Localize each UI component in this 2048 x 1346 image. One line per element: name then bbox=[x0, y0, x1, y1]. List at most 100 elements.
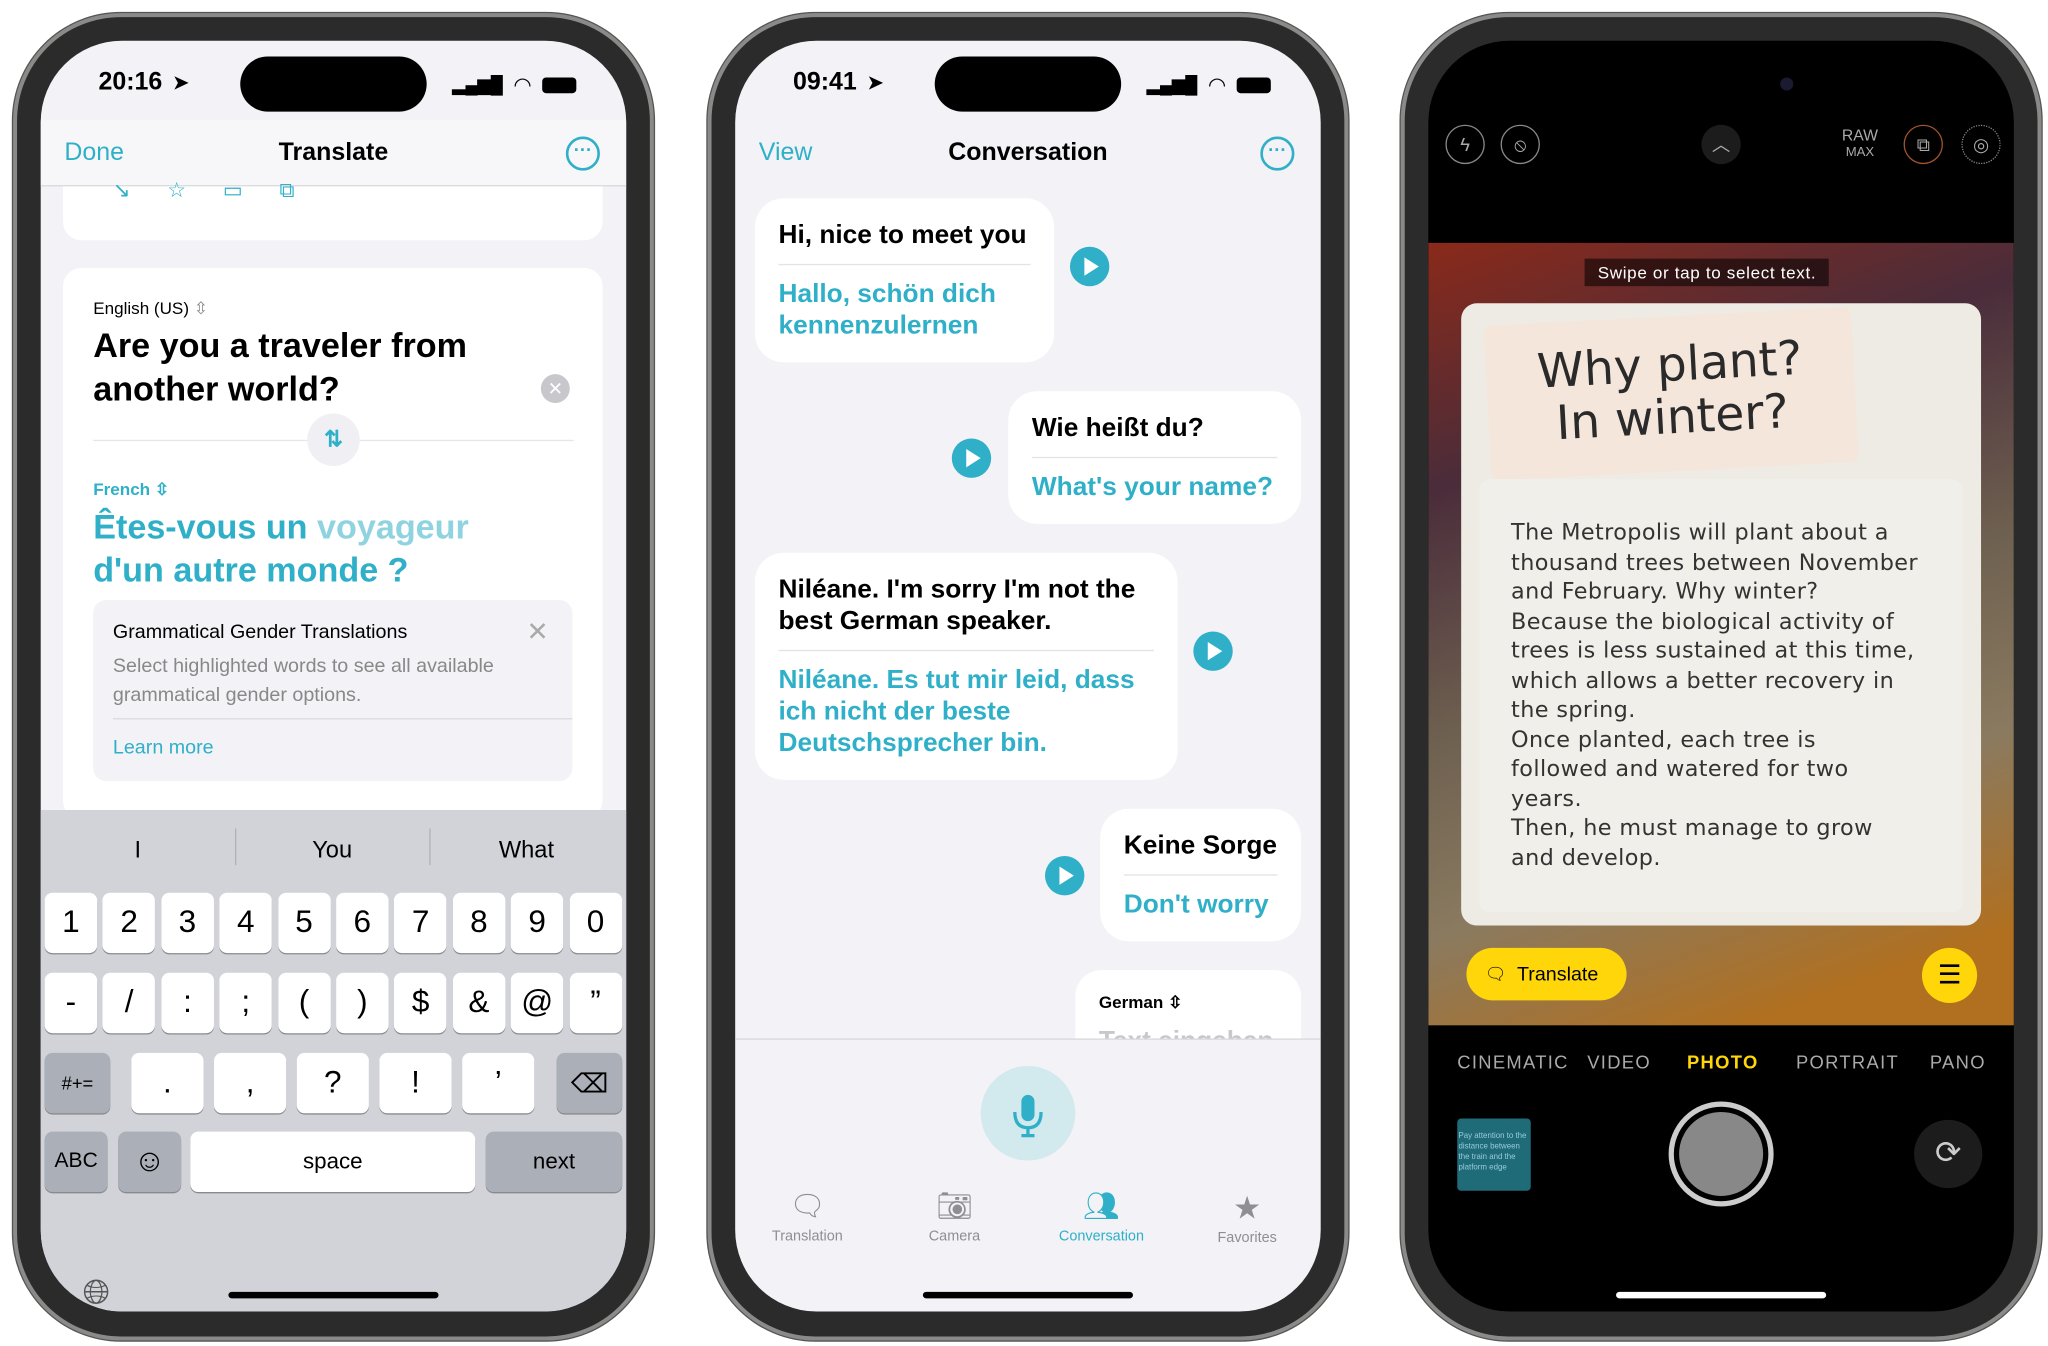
translate-icon: 🗨︎ bbox=[789, 1189, 826, 1223]
message-bubble[interactable]: Hi, nice to meet you Hallo, schön dich ke… bbox=[754, 198, 1055, 363]
learn-more-link[interactable]: Learn more bbox=[113, 736, 214, 758]
key[interactable]: & bbox=[452, 972, 506, 1034]
key[interactable]: , bbox=[213, 1052, 287, 1114]
sign-text-line[interactable]: Then, he must manage to grow bbox=[1511, 814, 1931, 844]
message-bubble[interactable]: Wie heißt du? What's your name? bbox=[1008, 391, 1302, 524]
key[interactable]: : bbox=[161, 972, 214, 1034]
gender-info-card: Grammatical Gender Translations ✕ Select… bbox=[93, 599, 573, 782]
microphone-button[interactable] bbox=[980, 1066, 1076, 1161]
key[interactable]: / bbox=[102, 972, 156, 1034]
key[interactable]: ? bbox=[296, 1052, 369, 1114]
tab-conversation[interactable]: 👥︎ Conversation bbox=[1036, 1189, 1167, 1244]
sign-text-line[interactable]: The Metropolis will plant about a bbox=[1511, 519, 1931, 549]
home-indicator bbox=[228, 1291, 439, 1299]
camera-viewfinder[interactable]: Swipe or tap to select text. Why plant? I… bbox=[1428, 242, 2014, 1026]
close-icon[interactable]: ✕ bbox=[526, 616, 548, 649]
swap-languages-button[interactable]: ⇅ bbox=[307, 413, 360, 467]
key[interactable]: 4 bbox=[219, 892, 272, 954]
key[interactable]: ( bbox=[277, 972, 331, 1034]
sign-text-line[interactable]: the spring. bbox=[1511, 696, 1931, 726]
key[interactable]: ) bbox=[336, 972, 389, 1034]
home-indicator bbox=[922, 1291, 1133, 1299]
play-icon[interactable] bbox=[1193, 631, 1233, 671]
target-language-picker[interactable]: French ⇳ bbox=[93, 479, 169, 500]
translate-button[interactable]: 🗨︎ Translate bbox=[1466, 947, 1627, 1001]
key[interactable]: ” bbox=[569, 972, 622, 1034]
sign-text-line[interactable]: years. bbox=[1511, 784, 1931, 814]
key[interactable]: ; bbox=[219, 972, 272, 1034]
key[interactable]: . bbox=[131, 1052, 204, 1114]
sign-text-line[interactable]: thousand trees between November bbox=[1511, 548, 1931, 578]
gendered-word[interactable]: voyageur bbox=[317, 507, 469, 546]
key[interactable]: 5 bbox=[277, 892, 331, 954]
mode-portrait[interactable]: PORTRAIT bbox=[1796, 1052, 1899, 1073]
flash-off-icon[interactable]: ϟ bbox=[1445, 124, 1485, 165]
space-key[interactable]: space bbox=[190, 1131, 476, 1193]
mode-cinematic[interactable]: CINEMATIC bbox=[1457, 1052, 1569, 1073]
divider bbox=[112, 718, 573, 720]
key[interactable]: ! bbox=[379, 1052, 452, 1114]
action-icons[interactable]: ↘☆▭⧉ bbox=[113, 177, 331, 203]
source-language-picker[interactable]: English (US) ⇳ bbox=[93, 298, 208, 319]
mode-pano[interactable]: PANO bbox=[1930, 1052, 1986, 1073]
tab-camera[interactable]: 📷︎ Camera bbox=[889, 1189, 1020, 1244]
styles-icon[interactable]: ⧉ bbox=[1903, 124, 1943, 165]
input-card[interactable]: German ⇳ Text eingeben bbox=[1075, 970, 1302, 1039]
photo-thumbnail[interactable]: Pay attention to the distance between th… bbox=[1457, 1118, 1531, 1191]
message-original: Wie heißt du? bbox=[1031, 412, 1278, 459]
key[interactable]: 3 bbox=[161, 892, 214, 954]
more-button[interactable]: ··· bbox=[565, 136, 600, 171]
clear-icon[interactable]: ✕ bbox=[540, 374, 570, 404]
suggestion[interactable]: What bbox=[429, 836, 623, 864]
suggestion[interactable]: I bbox=[41, 836, 235, 864]
source-text-input[interactable]: Are you a traveler from another world? bbox=[93, 324, 513, 411]
camera-icon: 📷︎ bbox=[936, 1189, 973, 1223]
key[interactable]: 2 bbox=[102, 892, 156, 954]
backspace-key[interactable]: ⌫ bbox=[556, 1052, 623, 1114]
sign-text-line[interactable]: and develop. bbox=[1511, 843, 1931, 873]
key[interactable]: 7 bbox=[394, 892, 447, 954]
more-button[interactable]: ··· bbox=[1260, 136, 1295, 171]
live-icon[interactable]: ◎ bbox=[1961, 124, 2001, 165]
key[interactable]: 9 bbox=[510, 892, 564, 954]
globe-icon[interactable]: 🌐︎ bbox=[83, 1272, 110, 1311]
next-key[interactable]: next bbox=[485, 1131, 623, 1193]
sign-text-line[interactable]: which allows a better recovery in bbox=[1511, 666, 1931, 696]
sign-text-line[interactable]: and February. Why winter? bbox=[1511, 578, 1931, 608]
mode-photo[interactable]: PHOTO bbox=[1687, 1052, 1759, 1073]
switch-camera-icon[interactable]: ⟳ bbox=[1914, 1119, 1983, 1189]
key[interactable]: 8 bbox=[452, 892, 506, 954]
sign-text-line[interactable]: Because the biological activity of bbox=[1511, 607, 1931, 637]
wifi-icon: ◠ bbox=[513, 74, 532, 98]
suggestion[interactable]: You bbox=[235, 836, 429, 864]
tab-favorites[interactable]: ★ Favorites bbox=[1182, 1189, 1313, 1246]
key[interactable]: 6 bbox=[336, 892, 389, 954]
play-icon[interactable] bbox=[951, 438, 992, 478]
play-icon[interactable] bbox=[1045, 855, 1085, 896]
message-original: Keine Sorge bbox=[1123, 830, 1278, 876]
play-icon[interactable] bbox=[1069, 246, 1110, 287]
symbols-key[interactable]: #+= bbox=[44, 1052, 111, 1114]
sign-text-line[interactable]: Once planted, each tree is bbox=[1511, 725, 1931, 755]
key[interactable]: @ bbox=[510, 972, 564, 1034]
message-bubble[interactable]: Keine Sorge Don't worry bbox=[1100, 808, 1302, 942]
input-language[interactable]: German ⇳ bbox=[1099, 992, 1183, 1013]
abc-key[interactable]: ABC bbox=[44, 1131, 108, 1193]
emoji-key[interactable]: ☺ bbox=[118, 1131, 182, 1193]
message-bubble[interactable]: Niléane. I'm sorry I'm not the best Germ… bbox=[754, 552, 1178, 780]
key[interactable]: - bbox=[44, 972, 98, 1034]
key[interactable]: $ bbox=[394, 972, 447, 1034]
shutter-button[interactable] bbox=[1668, 1101, 1774, 1207]
mode-video[interactable]: VIDEO bbox=[1587, 1052, 1651, 1073]
raw-max-button[interactable]: RAW MAX bbox=[1842, 127, 1878, 161]
tab-translation[interactable]: 🗨︎ Translation bbox=[742, 1189, 873, 1244]
status-icons: ▂▄▆█ ◠ bbox=[1147, 72, 1271, 98]
sign-text-line[interactable]: followed and watered for two bbox=[1511, 755, 1931, 785]
key[interactable]: 0 bbox=[569, 892, 622, 954]
sign-text-line[interactable]: trees is less sustained at this time, bbox=[1511, 637, 1931, 667]
text-scan-button[interactable]: ☰ bbox=[1921, 947, 1978, 1003]
live-photo-off-icon[interactable]: ⦸ bbox=[1500, 124, 1540, 165]
key[interactable]: 1 bbox=[44, 892, 98, 954]
chevron-up-icon[interactable]: ︿ bbox=[1701, 124, 1741, 165]
key[interactable]: ’ bbox=[462, 1052, 535, 1114]
